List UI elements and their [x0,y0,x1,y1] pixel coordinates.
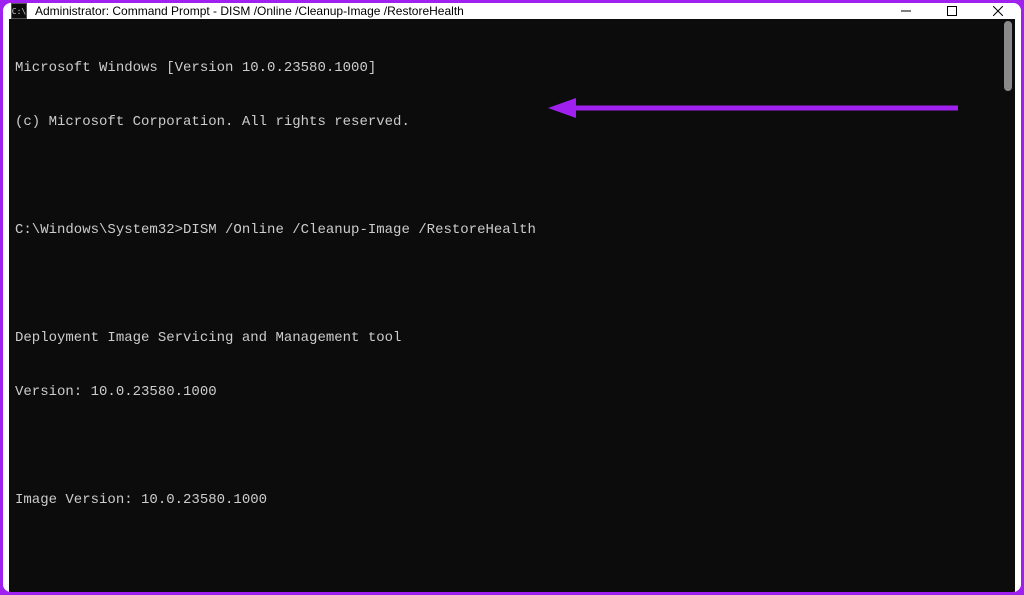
terminal[interactable]: Microsoft Windows [Version 10.0.23580.10… [9,19,1015,592]
cmd-icon-text: C:\ [12,7,26,16]
terminal-line [15,545,1009,563]
maximize-icon [947,6,957,16]
close-button[interactable] [975,3,1021,19]
minimize-button[interactable] [883,3,929,19]
terminal-line: Image Version: 10.0.23580.1000 [15,491,1009,509]
terminal-line [15,437,1009,455]
terminal-line [15,275,1009,293]
terminal-line: Version: 10.0.23580.1000 [15,383,1009,401]
terminal-line: Deployment Image Servicing and Managemen… [15,329,1009,347]
window-title: Administrator: Command Prompt - DISM /On… [35,4,883,18]
scrollbar-thumb[interactable] [1004,21,1012,91]
terminal-line: Microsoft Windows [Version 10.0.23580.10… [15,59,1009,77]
minimize-icon [901,6,911,16]
scrollbar[interactable] [1003,21,1013,592]
cmd-icon: C:\ [11,3,27,19]
window-controls [883,3,1021,19]
terminal-line: C:\Windows\System32>DISM /Online /Cleanu… [15,221,1009,239]
titlebar[interactable]: C:\ Administrator: Command Prompt - DISM… [3,3,1021,19]
close-icon [993,6,1003,16]
maximize-button[interactable] [929,3,975,19]
command-prompt-window: C:\ Administrator: Command Prompt - DISM… [3,3,1021,592]
terminal-line: (c) Microsoft Corporation. All rights re… [15,113,1009,131]
terminal-container: Microsoft Windows [Version 10.0.23580.10… [3,19,1021,592]
terminal-line [15,167,1009,185]
